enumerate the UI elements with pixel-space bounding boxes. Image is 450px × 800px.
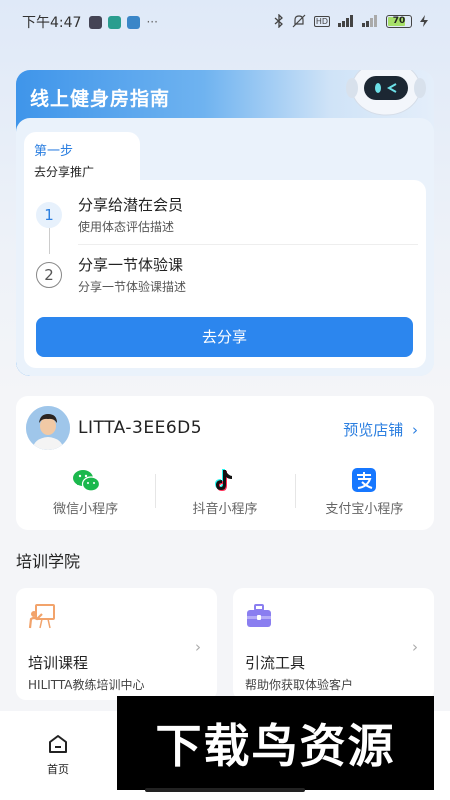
watermark-text: 下载鸟资源 [155, 719, 396, 773]
home-indicator-bar[interactable] [145, 788, 305, 792]
trainer-board-icon [28, 604, 55, 629]
douyin-icon [214, 469, 232, 491]
chevron-right-icon: › [412, 421, 418, 439]
charging-icon [420, 15, 428, 27]
step-number: 1 [36, 202, 62, 228]
training-section-title: 培训学院 [16, 552, 81, 571]
step-connector [49, 228, 50, 254]
network-hd-badge: HD [313, 15, 330, 27]
preview-shop-link[interactable]: 预览店铺 › [343, 419, 418, 440]
step-title: 分享给潜在会员 [78, 196, 184, 214]
bluetooth-icon [274, 14, 283, 28]
shop-card: LITTA-3EE6D5 预览店铺 › 微信小程序 抖音小程序 支付宝小程序 [16, 396, 434, 530]
avatar-person-icon [26, 406, 70, 450]
training-course-card[interactable]: 培训课程 HILITTA教练培训中心 › [16, 588, 217, 700]
step-number: 2 [36, 262, 62, 288]
status-bar: 下午4:47 ··· HD 70 [0, 0, 450, 44]
mini-program-row: 微信小程序 抖音小程序 支付宝小程序 [16, 468, 434, 520]
alipay-icon [352, 468, 377, 492]
online-gym-guide-card: 线上健身房指南 第一步 去分享推广 1 分享给潜在会员 使用体态评估描述 2 分… [16, 70, 434, 376]
app-icon [127, 15, 141, 29]
preview-shop-label: 预览店铺 [343, 421, 404, 439]
douyin-mini-program[interactable]: 抖音小程序 [155, 468, 294, 520]
wechat-icon [72, 470, 100, 492]
snowflake-icon [89, 15, 103, 29]
lead-tools-card[interactable]: 引流工具 帮助你获取体验客户 › [233, 588, 434, 700]
douyin-label: 抖音小程序 [192, 502, 258, 517]
step-tab-title: 第一步 [34, 144, 74, 159]
nav-home-label: 首页 [47, 763, 69, 776]
shop-name: LITTA-3EE6D5 [78, 418, 203, 438]
signal-icon [338, 15, 353, 27]
status-right: HD 70 [274, 14, 428, 28]
step-divider [78, 244, 418, 245]
guide-content: 第一步 去分享推广 1 分享给潜在会员 使用体态评估描述 2 分享一节体验课 分… [16, 118, 434, 376]
signal-icon-2 [362, 15, 377, 27]
more-dots-icon: ··· [146, 15, 158, 29]
alipay-mini-program[interactable]: 支付宝小程序 [294, 468, 434, 520]
steps-panel: 1 分享给潜在会员 使用体态评估描述 2 分享一节体验课 分享一节体验课描述 去… [24, 180, 426, 368]
avatar[interactable] [26, 406, 70, 450]
step-tab-subtitle: 去分享推广 [34, 165, 95, 179]
robot-mascot-icon [346, 70, 426, 116]
step-desc: 分享一节体验课描述 [78, 280, 187, 294]
nav-home[interactable]: 首页 [38, 733, 78, 777]
chevron-right-icon: › [412, 638, 418, 656]
status-time: 下午4:47 [22, 15, 82, 31]
toolbox-icon [247, 604, 271, 627]
wechat-mini-program[interactable]: 微信小程序 [16, 468, 155, 520]
wechat-label: 微信小程序 [53, 502, 119, 517]
lead-tools-title: 引流工具 [245, 654, 306, 672]
status-notification-icons: ··· [89, 15, 158, 29]
step-desc: 使用体态评估描述 [78, 220, 175, 234]
home-icon [49, 735, 67, 753]
chevron-right-icon: › [195, 638, 201, 656]
step-title: 分享一节体验课 [78, 256, 184, 274]
shield-app-icon [108, 15, 122, 29]
battery-icon: 70 [386, 14, 412, 28]
alipay-label: 支付宝小程序 [325, 502, 404, 517]
lead-tools-desc: 帮助你获取体验客户 [245, 678, 354, 692]
share-button[interactable]: 去分享 [36, 317, 413, 357]
training-course-title: 培训课程 [28, 654, 89, 672]
step-item-1: 1 分享给潜在会员 使用体态评估描述 [36, 194, 416, 248]
watermark-banner: 下载鸟资源 [117, 696, 434, 790]
training-course-desc: HILITTA教练培训中心 [28, 678, 145, 692]
step-item-2: 2 分享一节体验课 分享一节体验课描述 [36, 254, 416, 308]
mute-icon [292, 14, 306, 28]
guide-title: 线上健身房指南 [30, 88, 171, 110]
